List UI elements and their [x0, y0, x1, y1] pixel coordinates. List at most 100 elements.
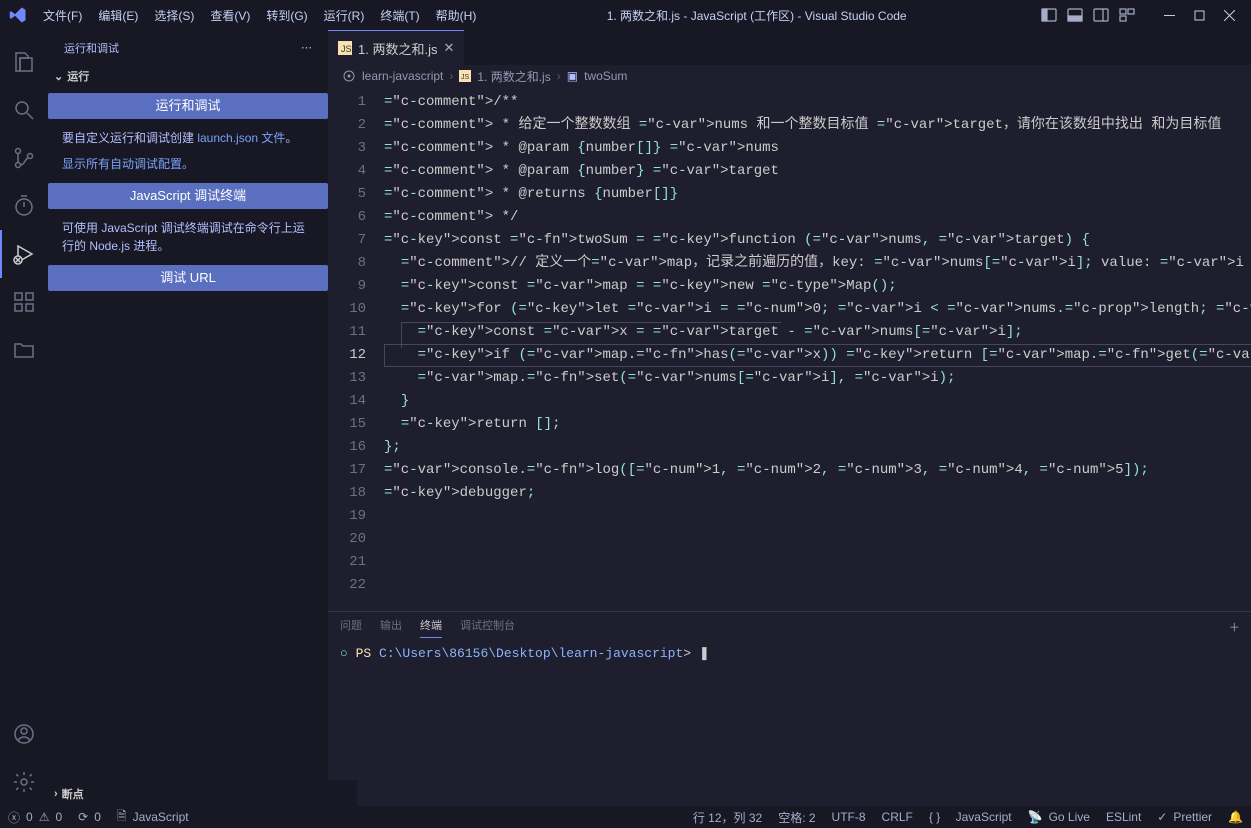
panel-tab-output[interactable]: 输出 — [380, 617, 402, 637]
custom-launch-text: 要自定义运行和调试创建 launch.json 文件。 — [48, 125, 328, 151]
section-run[interactable]: ⌄ 运行 — [48, 65, 328, 87]
symbol-icon: ▣ — [567, 69, 578, 83]
menu-selection[interactable]: 选择(S) — [146, 0, 202, 30]
menu-edit[interactable]: 编辑(E) — [90, 0, 146, 30]
run-and-debug-button[interactable]: 运行和调试 — [48, 93, 328, 119]
status-lang[interactable]: { } JavaScript — [921, 809, 1020, 826]
js-file-icon: JS — [459, 70, 471, 82]
source-control-icon[interactable] — [0, 134, 48, 182]
activity-bar — [0, 30, 48, 806]
folder-icon[interactable] — [0, 326, 48, 374]
js-debug-terminal-button[interactable]: JavaScript 调试终端 — [48, 183, 328, 209]
bell-icon: 🔔 — [1228, 810, 1243, 824]
tab-filename: 1. 两数之和.js — [358, 39, 437, 58]
toggle-panel-icon[interactable] — [1067, 7, 1083, 23]
radio-icon: ⟳ — [78, 810, 88, 824]
explorer-icon[interactable] — [0, 38, 48, 86]
prompt-symbol: ○ — [340, 646, 348, 661]
check-icon: ✓ — [1157, 810, 1167, 824]
js-file-icon: JS — [338, 41, 352, 55]
status-indent[interactable]: 空格: 2 — [770, 809, 823, 826]
terminal[interactable]: ○ PS C:\Users\86156\Desktop\learn-javasc… — [328, 642, 1251, 806]
editor[interactable]: 12345678910111213141516171819202122 ="c-… — [328, 87, 1251, 611]
svg-text:JS: JS — [341, 44, 352, 54]
golive-label: Go Live — [1049, 810, 1090, 824]
editor-tab-active[interactable]: JS 1. 两数之和.js ✕ — [328, 30, 464, 65]
warning-icon: ⚠ — [39, 810, 50, 824]
prettier-label: Prettier — [1173, 810, 1212, 824]
status-file-type[interactable]: 🗎JavaScript — [109, 807, 197, 828]
prompt-path: C:\Users\86156\Desktop\learn-javascript — [379, 646, 683, 661]
extensions-icon[interactable] — [0, 278, 48, 326]
custom-launch-prefix: 要自定义运行和调试创建 — [62, 131, 197, 145]
tab-close-icon[interactable]: ✕ — [443, 40, 454, 56]
title-bar: 文件(F) 编辑(E) 选择(S) 查看(V) 转到(G) 运行(R) 终端(T… — [0, 0, 1251, 30]
sidebar-header: 运行和调试 ⋯ — [48, 30, 328, 65]
ports-count: 0 — [94, 810, 101, 824]
warning-count: 0 — [55, 810, 62, 824]
more-icon[interactable]: ⋯ — [301, 41, 312, 54]
status-cursor-pos[interactable]: 行 12，列 32 — [685, 809, 770, 826]
code-content[interactable]: ="c-comment">/**="c-comment"> * 给定一个整数数组… — [384, 87, 1251, 611]
timer-icon[interactable] — [0, 182, 48, 230]
editor-group: JS 1. 两数之和.js ✕ ⋯ learn-javascript › JS … — [328, 30, 1251, 806]
bc-symbol[interactable]: twoSum — [584, 69, 627, 83]
status-encoding[interactable]: UTF-8 — [824, 809, 874, 826]
status-notifications[interactable]: 🔔 — [1220, 809, 1251, 826]
prompt-cursor: > ❚ — [683, 646, 710, 661]
chevron-down-icon: ⌄ — [54, 70, 63, 83]
lang-label: JavaScript — [956, 810, 1012, 824]
launch-json-link[interactable]: launch.json 文件 — [197, 131, 285, 145]
toggle-primary-sidebar-icon[interactable] — [1041, 7, 1057, 23]
file-type-label: JavaScript — [133, 810, 189, 824]
debug-url-button[interactable]: 调试 URL — [48, 265, 328, 291]
close-icon[interactable] — [1221, 7, 1237, 23]
braces-icon: { } — [929, 810, 940, 824]
menu-view[interactable]: 查看(V) — [202, 0, 258, 30]
window-controls — [1147, 7, 1251, 23]
chevron-right-icon: › — [557, 69, 561, 83]
panel: 问题 输出 终端 调试控制台 ＋ ⌄ ^ ✕ ○ PS C:\Users\861… — [328, 611, 1251, 806]
menu-file[interactable]: 文件(F) — [35, 0, 90, 30]
editor-tabs: JS 1. 两数之和.js ✕ ⋯ — [328, 30, 1251, 65]
panel-tab-problems[interactable]: 问题 — [340, 617, 362, 637]
menu-go[interactable]: 转到(G) — [258, 0, 315, 30]
panel-tab-debug-console[interactable]: 调试控制台 — [460, 617, 515, 637]
settings-gear-icon[interactable] — [0, 758, 48, 806]
menu-terminal[interactable]: 终端(T) — [372, 0, 427, 30]
window-title: 1. 两数之和.js - JavaScript (工作区) - Visual S… — [484, 7, 1029, 24]
error-icon: ⓧ — [8, 809, 20, 826]
search-icon[interactable] — [0, 86, 48, 134]
bc-file[interactable]: 1. 两数之和.js — [477, 68, 550, 85]
status-bar: ⓧ0 ⚠0 ⟳0 🗎JavaScript 行 12，列 32 空格: 2 UTF… — [0, 806, 1251, 828]
broadcast-icon: 📡 — [1028, 810, 1043, 824]
customize-layout-icon[interactable] — [1119, 7, 1135, 23]
new-terminal-icon[interactable]: ＋ — [1229, 619, 1240, 635]
panel-tab-terminal[interactable]: 终端 — [420, 617, 442, 638]
status-golive[interactable]: 📡 Go Live — [1020, 809, 1098, 826]
section-breakpoints[interactable]: › 断点 — [48, 780, 357, 806]
maximize-icon[interactable] — [1191, 7, 1207, 23]
chevron-right-icon: › — [449, 69, 453, 83]
menu-help[interactable]: 帮助(H) — [428, 0, 485, 30]
sidebar: 运行和调试 ⋯ ⌄ 运行 运行和调试 要自定义运行和调试创建 launch.js… — [48, 30, 328, 806]
show-auto-configs-link[interactable]: 显示所有自动调试配置。 — [48, 151, 328, 177]
svg-text:JS: JS — [461, 74, 470, 81]
layout-controls — [1029, 7, 1147, 23]
error-count: 0 — [26, 810, 33, 824]
status-eol[interactable]: CRLF — [874, 809, 921, 826]
prompt-ps: PS — [356, 646, 379, 661]
minimize-icon[interactable] — [1161, 7, 1177, 23]
status-eslint[interactable]: ESLint — [1098, 809, 1149, 826]
status-prettier[interactable]: ✓ Prettier — [1149, 809, 1220, 826]
accounts-icon[interactable] — [0, 710, 48, 758]
status-errors[interactable]: ⓧ 0 ⚠ 0 — [0, 809, 70, 826]
run-debug-icon[interactable] — [0, 230, 48, 278]
menu-bar: 文件(F) 编辑(E) 选择(S) 查看(V) 转到(G) 运行(R) 终端(T… — [35, 0, 484, 30]
bc-folder[interactable]: learn-javascript — [362, 69, 443, 83]
breadcrumb[interactable]: learn-javascript › JS 1. 两数之和.js › ▣ two… — [328, 65, 1251, 87]
toggle-secondary-sidebar-icon[interactable] — [1093, 7, 1109, 23]
panel-tabs: 问题 输出 终端 调试控制台 ＋ ⌄ ^ ✕ — [328, 612, 1251, 642]
menu-run[interactable]: 运行(R) — [316, 0, 373, 30]
status-ports[interactable]: ⟳0 — [70, 810, 109, 824]
